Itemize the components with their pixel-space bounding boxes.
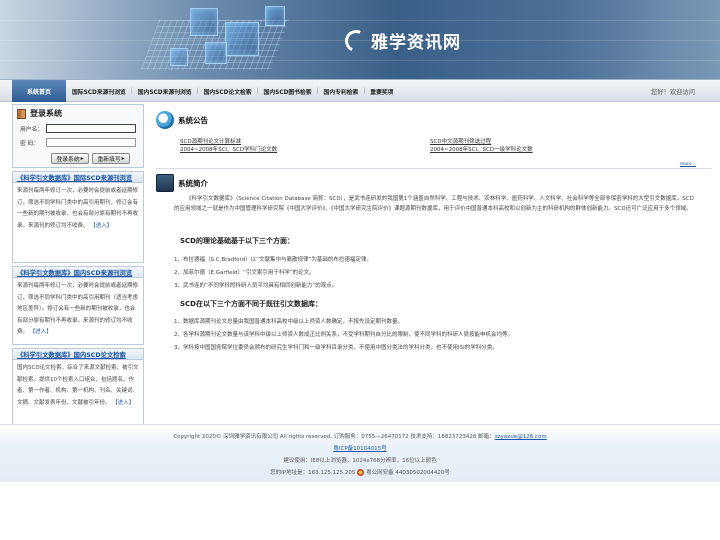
email-link[interactable]: szyaxue@126.com — [495, 434, 547, 440]
username-input[interactable] — [46, 124, 136, 133]
nav-divider: | — [256, 88, 259, 94]
ip-text: 您的IP地址是：163.125.125.205 — [270, 470, 356, 476]
swirl-logo-icon — [341, 26, 371, 55]
nav-home[interactable]: 系统首页 — [12, 80, 66, 102]
intro-list-item: 1、布拉德福（S.C.Bradford）以“文献集中与离散规律”为基础的布拉德福… — [174, 257, 372, 263]
arrow-right-icon: ▸ — [121, 155, 125, 162]
enter-link[interactable]: 【进入】 — [30, 329, 52, 335]
header-banner: 雅学资讯网 — [0, 0, 720, 80]
info-box-intl-source: 《科学引文数据库》国际SCD来源刊浏览 来源刊每两年修订一次，必要时会提前或者延… — [12, 171, 144, 263]
notice-icon — [156, 111, 174, 129]
login-panel: 登录系统 用户名： 密 码： 登录系统 ▸ 重新填写 ▸ — [12, 104, 144, 168]
nav-item-domestic-source[interactable]: 国内SCD来源刊浏览 — [138, 87, 192, 96]
intro-section: 系统简介 《科学引文数据库》（Science Citation Database… — [156, 168, 712, 423]
login-title: 登录系统 — [30, 109, 62, 118]
nav-divider: | — [316, 88, 319, 94]
icp-link[interactable]: 粤ICP备10104015号 — [333, 446, 386, 452]
enter-link[interactable]: 【进入】 — [112, 400, 134, 406]
main-nav: 系统首页 国际SCD来源刊浏览 | 国内SCD来源刊浏览 | 国内SCD论文检索 | … — [0, 79, 720, 102]
intro-list-item: 1、数据库源期刊论文总量由我国普通本科高校中级以上师资人数确定，不按先设定期刊数… — [174, 319, 404, 325]
enter-link[interactable]: 【进入】 — [90, 223, 112, 229]
info-box-paper-search: 《科学引文数据库》国内SCD论文检索 国内SCD论文检索，综合了来源文献检索、被… — [12, 348, 144, 425]
intro-icon — [156, 174, 174, 192]
cube-decoration — [170, 48, 188, 66]
info-box-domestic-source: 《科学引文数据库》国内SCD来源刊浏览 来源刊每两年修订一次，必要时会提前或者延… — [12, 266, 144, 345]
nav-item-awards[interactable]: 重要奖项 — [370, 87, 393, 96]
cube-decoration — [265, 6, 285, 26]
box-text: 来源刊每两年修订一次，必要时会提前或者延期修订，筛选不同学科门类中的高引用期刊（… — [17, 283, 139, 335]
left-column: 登录系统 用户名： 密 码： 登录系统 ▸ 重新填写 ▸ 《科学引文数据库》国际SC… — [12, 104, 144, 428]
more-link[interactable]: more... — [680, 162, 696, 167]
intro-title: 系统简介 — [178, 178, 208, 188]
logo-text: 雅学资讯网 — [371, 33, 461, 53]
intro-paragraph: 《科学引文数据库》（Science Citation Database 简称：S… — [174, 196, 694, 212]
nav-divider: | — [363, 88, 366, 94]
nav-divider: | — [196, 88, 199, 94]
intro-list-item: 3、武书连的“不同学科的科研人员平均具有相同创新能力”的观点。 — [174, 283, 338, 289]
greeting-text: 您好！欢迎访问 — [650, 89, 695, 96]
box-text: 来源刊每两年修订一次，必要时会提前或者延期修订，筛选不同学科门类中的高引用期刊，… — [17, 188, 139, 229]
intro-heading: SCD的理论基础基于以下三个方面： — [180, 237, 294, 245]
notice-title: 系统公告 — [178, 115, 208, 125]
login-button[interactable]: 登录系统 ▸ — [51, 153, 89, 164]
password-label: 密 码： — [20, 141, 40, 147]
cube-decoration — [225, 22, 259, 56]
footer: Copyright 2020© 深圳雅学资讯有限公司 All rights re… — [0, 424, 720, 482]
notice-link[interactable]: SCD源期刊论文计算标准 — [180, 137, 241, 145]
site-logo[interactable]: 雅学资讯网 — [341, 26, 461, 55]
copyright-text: Copyright 2020© 深圳雅学资讯有限公司 All rights re… — [173, 434, 495, 440]
nav-item-patent-search[interactable]: 国内专利检索 — [324, 87, 359, 96]
notice-link[interactable]: SCD中文源期刊筛选过程 — [430, 137, 491, 145]
police-badge-icon — [357, 469, 365, 476]
notice-section: 系统公告 SCD源期刊论文计算标准 SCD中文源期刊筛选过程 2004~2008… — [156, 111, 712, 167]
nav-item-paper-search[interactable]: 国内SCD论文检索 — [204, 87, 252, 96]
nav-item-intl-source[interactable]: 国际SCD来源刊浏览 — [72, 87, 126, 96]
book-icon — [17, 108, 26, 119]
username-label: 用户名： — [20, 127, 44, 133]
nav-item-book-search[interactable]: 国内SCD图书检索 — [264, 87, 312, 96]
intro-list-item: 2、各学科源期刊论文数量与该学科中级以上师资人数成正比例关系，不受学科期刊自分比… — [174, 332, 514, 338]
notice-link[interactable]: 2004~2008年SCI、SCD一级学科论文数 — [430, 145, 533, 153]
reset-button[interactable]: 重新填写 ▸ — [92, 153, 130, 164]
arrow-right-icon: ▸ — [80, 155, 84, 162]
box-title[interactable]: 《科学引文数据库》国际SCD来源刊浏览 — [17, 173, 132, 182]
intro-list-item: 3、学科按中国国务院学位委员会颁布的研究生学科门和一级学科目录分类，不使用中图分… — [174, 345, 498, 351]
box-title[interactable]: 《科学引文数据库》国内SCD论文检索 — [17, 350, 126, 359]
box-title[interactable]: 《科学引文数据库》国内SCD来源刊浏览 — [17, 268, 132, 277]
police-record-link[interactable]: 粤公网安备 44030502004420号 — [366, 470, 450, 476]
cube-decoration — [190, 8, 218, 36]
notice-link[interactable]: 2004~2008年SCI、SCD学科门论文数 — [180, 145, 277, 153]
intro-heading: SCD在以下三个方面不同于既往引文数据库： — [180, 300, 322, 308]
nav-divider: | — [130, 88, 133, 94]
cube-decoration — [205, 42, 227, 64]
intro-list-item: 2、加菲尔德（E.Garfield）“引文索引用于科学”的论文。 — [174, 270, 315, 276]
password-input[interactable] — [46, 138, 136, 147]
browser-note: 建议使用：IE8以上浏览器，1024x768分辨率，16位以上颜色 — [283, 458, 437, 464]
